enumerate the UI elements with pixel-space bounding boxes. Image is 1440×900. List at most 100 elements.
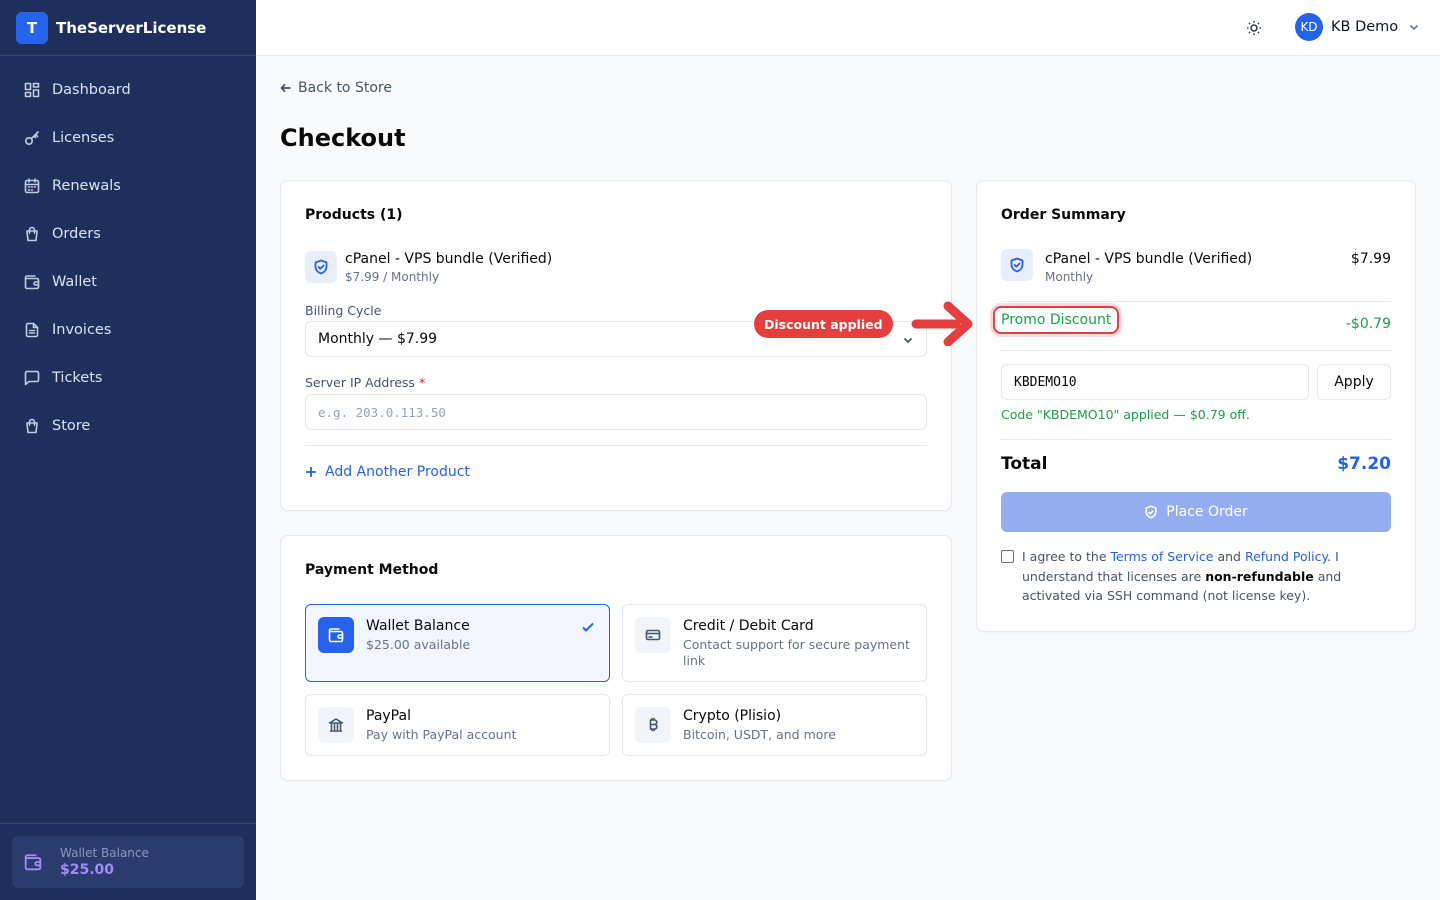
avatar: KD xyxy=(1295,13,1323,41)
wallet-icon xyxy=(24,854,42,871)
wallet-balance-widget[interactable]: Wallet Balance $25.00 xyxy=(12,836,244,888)
summary-item-cycle: Monthly xyxy=(1045,270,1094,284)
products-title: Products (1) xyxy=(305,207,403,223)
add-another-product-button[interactable]: Add Another Product xyxy=(305,464,470,480)
products-card: Products (1) cPanel - VPS bundle (Verifi… xyxy=(280,180,952,511)
payment-option-desc: Pay with PayPal account xyxy=(366,727,517,742)
sidebar-item-label: Dashboard xyxy=(52,82,131,98)
wallet-balance-amount: $25.00 xyxy=(60,862,115,878)
place-order-button[interactable]: Place Order xyxy=(1001,492,1391,532)
payment-method-title: Payment Method xyxy=(305,562,439,578)
terms-of-service-link[interactable]: Terms of Service xyxy=(1110,549,1213,564)
sidebar-item-label: Licenses xyxy=(52,130,115,146)
bitcoin-icon-tile xyxy=(635,707,671,743)
total-label: Total xyxy=(1001,454,1048,474)
product-name: cPanel - VPS bundle (Verified) xyxy=(345,251,553,267)
theme-toggle-button[interactable] xyxy=(1244,18,1264,38)
terms-text: I agree to the Terms of Service and Refu… xyxy=(1022,547,1392,606)
chevron-down-icon xyxy=(1410,24,1419,31)
shield-check-icon xyxy=(314,259,328,275)
product-price: $7.99 / Monthly xyxy=(345,270,440,284)
payment-option-desc: $25.00 available xyxy=(366,637,471,652)
sidebar-nav: Dashboard Licenses Renewals Orders Walle… xyxy=(0,56,256,450)
terms-text-part: and xyxy=(1213,549,1245,564)
sidebar-item-label: Store xyxy=(52,418,91,434)
payment-option-title: Credit / Debit Card xyxy=(683,618,814,634)
check-icon xyxy=(581,619,595,633)
back-to-store-link[interactable]: Back to Store xyxy=(280,80,392,96)
sidebar-item-label: Orders xyxy=(52,226,101,242)
sidebar-item-orders[interactable]: Orders xyxy=(0,210,256,258)
user-menu[interactable]: KD KB Demo xyxy=(1295,13,1420,41)
calendar-icon xyxy=(24,178,40,194)
wallet-icon xyxy=(24,275,40,290)
file-text-icon xyxy=(25,322,39,338)
summary-item-price: $7.99 xyxy=(1350,251,1391,267)
summary-item-icon-tile xyxy=(1001,249,1033,281)
shield-check-icon xyxy=(1010,257,1024,273)
server-ip-label: Server IP Address * xyxy=(305,375,425,390)
bank-icon xyxy=(328,718,344,732)
shield-check-icon xyxy=(1145,505,1157,519)
promo-discount-label: Promo Discount xyxy=(993,306,1120,334)
sidebar-footer: Wallet Balance $25.00 xyxy=(0,823,256,900)
non-refundable-emphasis: non-refundable xyxy=(1205,568,1314,584)
sidebar-item-label: Renewals xyxy=(52,178,121,194)
payment-option-title: Crypto (Plisio) xyxy=(683,708,782,724)
wallet-icon xyxy=(328,628,344,643)
payment-option-title: Wallet Balance xyxy=(366,618,470,634)
summary-divider xyxy=(1001,439,1391,440)
required-marker: * xyxy=(418,375,426,390)
server-ip-label-text: Server IP Address xyxy=(305,375,415,390)
brand-name: TheServerLicense xyxy=(56,18,207,37)
summary-item-name: cPanel - VPS bundle (Verified) xyxy=(1045,251,1253,267)
credit-card-icon xyxy=(645,629,661,641)
card-icon-tile xyxy=(635,617,671,653)
billing-cycle-label: Billing Cycle xyxy=(305,303,382,318)
sidebar-item-renewals[interactable]: Renewals xyxy=(0,162,256,210)
payment-option-desc: Bitcoin, USDT, and more xyxy=(683,727,836,742)
payment-option-crypto[interactable]: Crypto (Plisio) Bitcoin, USDT, and more xyxy=(622,694,927,756)
annotation-arrow xyxy=(910,298,974,350)
sidebar-item-label: Wallet xyxy=(52,274,97,290)
page-title: Checkout xyxy=(280,124,406,152)
discount-applied-badge: Discount applied xyxy=(754,310,893,338)
wallet-balance-label: Wallet Balance xyxy=(60,846,149,860)
topbar: KD KB Demo xyxy=(256,0,1440,56)
arrow-left-icon xyxy=(280,83,291,93)
plus-icon xyxy=(306,467,316,477)
summary-divider xyxy=(1001,350,1391,351)
sidebar-item-licenses[interactable]: Licenses xyxy=(0,114,256,162)
payment-option-card[interactable]: Credit / Debit Card Contact support for … xyxy=(622,604,927,682)
billing-cycle-value: Monthly — $7.99 xyxy=(318,331,438,347)
sidebar-item-invoices[interactable]: Invoices xyxy=(0,306,256,354)
terms-text-part: I agree to the xyxy=(1022,549,1111,564)
sun-icon xyxy=(1247,21,1261,35)
sidebar-item-store[interactable]: Store xyxy=(0,402,256,450)
promo-code-message: Code "KBDEMO10" applied — $0.79 off. xyxy=(1001,407,1250,422)
sidebar-item-dashboard[interactable]: Dashboard xyxy=(0,66,256,114)
payment-method-card: Payment Method Wallet Balance $25.00 ava… xyxy=(280,535,952,781)
products-divider xyxy=(305,445,927,446)
order-summary-title: Order Summary xyxy=(1001,207,1126,223)
brand-logo: T xyxy=(16,11,48,44)
apply-promo-button[interactable]: Apply xyxy=(1317,364,1391,400)
back-link-label: Back to Store xyxy=(298,80,392,96)
payment-option-paypal[interactable]: PayPal Pay with PayPal account xyxy=(305,694,610,756)
refund-policy-link[interactable]: Refund Policy xyxy=(1245,549,1327,564)
key-icon xyxy=(24,131,39,146)
payment-option-wallet[interactable]: Wallet Balance $25.00 available xyxy=(305,604,610,682)
shopping-bag-icon xyxy=(26,418,38,434)
bitcoin-icon xyxy=(649,717,658,732)
shopping-bag-icon xyxy=(26,226,38,242)
sidebar-item-label: Invoices xyxy=(52,322,112,338)
promo-code-input[interactable] xyxy=(1001,364,1309,400)
terms-checkbox[interactable] xyxy=(1001,550,1014,563)
server-ip-input[interactable] xyxy=(305,394,927,430)
terms-agreement: I agree to the Terms of Service and Refu… xyxy=(1001,547,1392,606)
brand[interactable]: T TheServerLicense xyxy=(0,0,256,56)
sidebar-item-tickets[interactable]: Tickets xyxy=(0,354,256,402)
sidebar-item-wallet[interactable]: Wallet xyxy=(0,258,256,306)
place-order-label: Place Order xyxy=(1166,504,1248,520)
product-icon-tile xyxy=(305,251,337,283)
